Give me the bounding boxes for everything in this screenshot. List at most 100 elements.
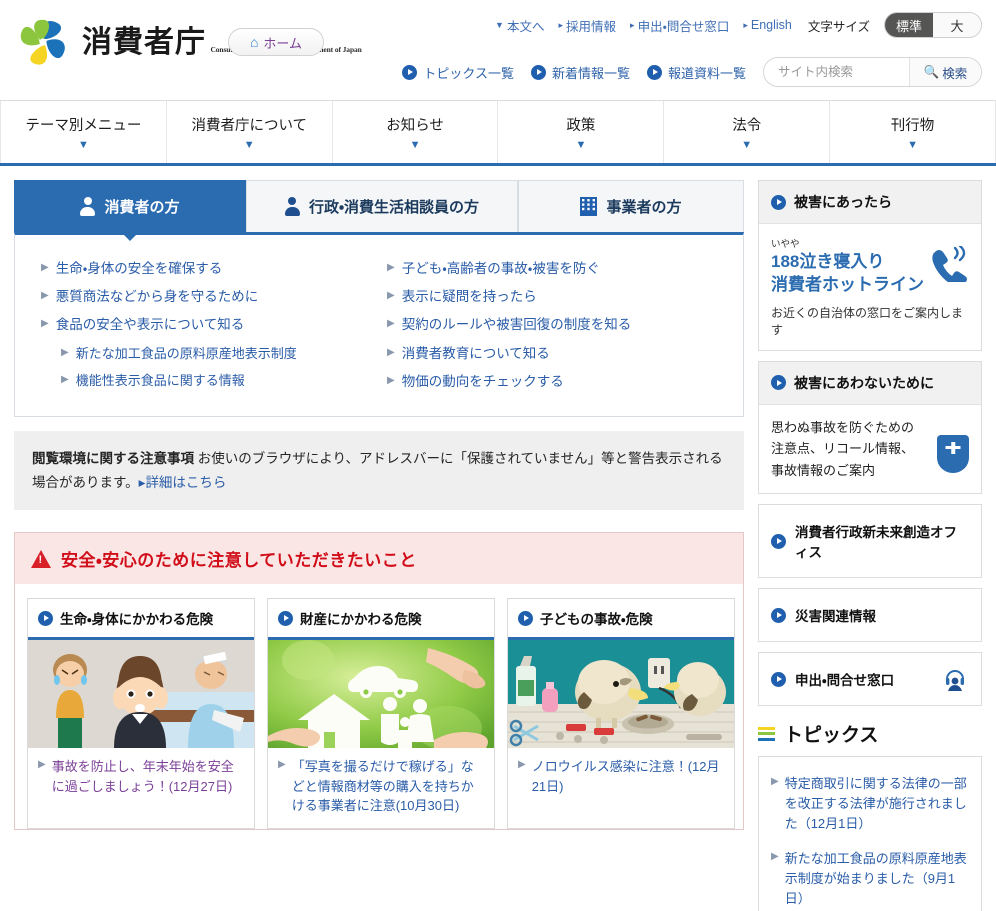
font-size-label: 文字サイズ bbox=[807, 19, 870, 34]
page-body: 消費者の方 行政・消費生活相談員の方 事業者の方 ▶ 生命・身体の安全を確保する… bbox=[0, 166, 996, 911]
tab-link-label: 契約のルールや被害回復の制度を知る bbox=[401, 317, 632, 333]
prevent-box-text: 思わぬ事故を防ぐための注意点、リコール情報、事故情報のご案内 bbox=[771, 419, 915, 478]
nav-item-laws[interactable]: 法令 ▼ bbox=[664, 101, 831, 163]
tab-link[interactable]: ▶ 悪質商法などから身を守るために bbox=[33, 283, 379, 311]
nav-item-policy[interactable]: 政策 ▼ bbox=[498, 101, 665, 163]
triangle-bullet-icon: ▶ bbox=[387, 318, 395, 330]
photo-paper-cutout-house-car-family bbox=[268, 640, 494, 749]
sidebar-button-future-office[interactable]: 消費者行政新未来創造オフィス bbox=[758, 504, 982, 579]
triangle-bullet-icon: ▶ bbox=[518, 759, 526, 771]
nav-item-label: テーマ別メニュー bbox=[25, 117, 142, 134]
tab-consumer[interactable]: 消費者の方 bbox=[14, 180, 246, 241]
nav-item-label: お知らせ bbox=[386, 117, 444, 134]
operator-headset-icon bbox=[943, 667, 967, 692]
safety-title: 安全・安心のために注意していただきたいこと bbox=[61, 551, 417, 571]
font-size-standard-button[interactable]: 標準 bbox=[885, 13, 933, 37]
damage-box[interactable]: 被害にあったら いやや 188泣き寝入り 消費者ホットライン お近くの自治体の窓… bbox=[758, 180, 982, 351]
chevron-down-icon: ▼ bbox=[575, 138, 587, 151]
tab-link[interactable]: ▶ 食品の安全や表示について知る bbox=[33, 311, 379, 339]
topic-item[interactable]: ▶ 新たな加工食品の原料原産地表示制度が始まりました（9月1日） bbox=[771, 842, 969, 911]
chevron-down-icon: ▼ bbox=[409, 138, 421, 151]
tab-link-label: 新たな加工食品の原料原産地表示制度 bbox=[75, 345, 297, 361]
safety-card[interactable]: 財産にかかわる危険 ▶ 「写真を撮るだけで稼げる」などと情報商材等の購入を持ちか… bbox=[267, 598, 495, 829]
util-link-honbun[interactable]: ▼ 本文へ bbox=[495, 16, 544, 35]
tab-link[interactable]: ▶ 生命・身体の安全を確保する bbox=[33, 255, 379, 283]
tab-link-label: 悪質商法などから身を守るために bbox=[55, 289, 259, 305]
card-caption-link[interactable]: ▶ 「写真を撮るだけで稼げる」などと情報商材等の購入を持ちかける事業者に注意(1… bbox=[268, 748, 494, 828]
card-header: 子どもの事故・危険 bbox=[508, 599, 734, 641]
play-circle-icon bbox=[646, 64, 662, 80]
safety-card[interactable]: 生命・身体にかかわる危険 ▶ 事故を防止し、年末年始を安全に過ごしましょう！(1… bbox=[27, 598, 255, 829]
nav-item-publications[interactable]: 刊行物 ▼ bbox=[830, 101, 996, 163]
card-caption-link[interactable]: ▶ 事故を防止し、年末年始を安全に過ごしましょう！(12月27日) bbox=[28, 748, 254, 808]
quick-links: トピックス一覧 新着情報一覧 報道資料一覧 🔍 検索 bbox=[402, 57, 982, 87]
card-caption-label: 「写真を撮るだけで稼げる」などと情報商材等の購入を持ちかける事業者に注意(10月… bbox=[291, 759, 474, 814]
sidebar-button-label: 災害関連情報 bbox=[795, 609, 876, 625]
font-size-toggle[interactable]: 標準 大 bbox=[884, 12, 982, 38]
global-navigation: テーマ別メニュー ▼ 消費者庁について ▼ お知らせ ▼ 政策 ▼ 法令 ▼ 刊… bbox=[0, 100, 996, 166]
tab-link[interactable]: ▶ 契約のルールや被害回復の制度を知る bbox=[379, 311, 725, 339]
browser-notice: 閲覧環境に関する注意事項 お使いのブラウザにより、アドレスバーに「保護されていま… bbox=[14, 431, 744, 511]
triangle-bullet-icon: ▶ bbox=[41, 262, 49, 273]
site-search[interactable]: 🔍 検索 bbox=[763, 57, 982, 87]
tab-links-right: ▶ 子ども・高齢者の事故・被害を防ぐ ▶ 表示に疑問を持ったら ▶ 契約のルール… bbox=[379, 255, 725, 396]
topic-item[interactable]: ▶ 特定商取引に関する法律の一部を改正する法律が施行されました（12月1日） bbox=[771, 767, 969, 841]
font-size-large-button[interactable]: 大 bbox=[933, 13, 981, 37]
tab-sublink[interactable]: ▶ 機能性表示食品に関する情報 bbox=[33, 367, 379, 395]
util-link-label: English bbox=[750, 18, 792, 32]
caret-right-icon: ▸ bbox=[558, 19, 564, 30]
triangle-bullet-icon: ▶ bbox=[61, 346, 69, 358]
util-link-recruit[interactable]: ▸ 採用情報 bbox=[558, 16, 616, 35]
triangle-bullet-icon: ▶ bbox=[771, 776, 779, 788]
topics-title: トピックス bbox=[784, 725, 879, 747]
nav-item-theme-menu[interactable]: テーマ別メニュー ▼ bbox=[0, 101, 167, 163]
card-header-label: 子どもの事故・危険 bbox=[540, 612, 653, 628]
search-input[interactable] bbox=[764, 58, 909, 86]
card-caption-link[interactable]: ▶ ノロウイルス感染に注意！(12月21日) bbox=[508, 748, 734, 808]
nav-item-about[interactable]: 消費者庁について ▼ bbox=[167, 101, 333, 163]
search-button[interactable]: 🔍 検索 bbox=[909, 58, 981, 86]
search-icon: 🔍 bbox=[923, 64, 940, 79]
prevent-box[interactable]: 被害にあわないために 思わぬ事故を防ぐための注意点、リコール情報、事故情報のご案… bbox=[758, 360, 982, 495]
triangle-bullet-icon: ▶ bbox=[771, 850, 779, 862]
prevent-box-body: 思わぬ事故を防ぐための注意点、リコール情報、事故情報のご案内 bbox=[759, 405, 981, 493]
quick-link-topics[interactable]: トピックス一覧 bbox=[402, 63, 514, 82]
tab-link[interactable]: ▶ 表示に疑問を持ったら bbox=[379, 283, 725, 311]
quick-link-news[interactable]: 新着情報一覧 bbox=[530, 63, 630, 82]
person-icon bbox=[80, 197, 96, 216]
tab-administration[interactable]: 行政・消費生活相談員の方 bbox=[246, 180, 518, 232]
card-header: 財産にかかわる危険 bbox=[268, 599, 494, 641]
sidebar-button-label: 消費者行政新未来創造オフィス bbox=[795, 525, 957, 561]
quick-link-label: 新着情報一覧 bbox=[551, 65, 630, 81]
card-header-label: 財産にかかわる危険 bbox=[300, 612, 422, 628]
sidebar-button-disaster-info[interactable]: 災害関連情報 bbox=[758, 588, 982, 643]
tab-link[interactable]: ▶ 消費者教育について知る bbox=[379, 340, 725, 368]
safety-card[interactable]: 子どもの事故・危険 ▶ ノロウイルス感染に注意！(12月21日) bbox=[507, 598, 735, 829]
triangle-bullet-icon: ▶ bbox=[41, 318, 49, 330]
topics-header: トピックス bbox=[758, 720, 982, 747]
util-link-inquiry[interactable]: ▸ 申出・問合せ窓口 bbox=[630, 16, 729, 35]
tab-link-label: 消費者教育について知る bbox=[401, 345, 550, 361]
tab-link-label: 食品の安全や表示について知る bbox=[55, 317, 245, 333]
card-header: 生命・身体にかかわる危険 bbox=[28, 599, 254, 641]
util-link-english[interactable]: ▸ English bbox=[743, 18, 792, 32]
home-button[interactable]: ⌂ ホーム bbox=[228, 28, 324, 56]
quick-link-press[interactable]: 報道資料一覧 bbox=[646, 63, 746, 82]
sidebar-button-inquiry[interactable]: 申出・問合せ窓口 bbox=[758, 652, 982, 707]
nav-item-notices[interactable]: お知らせ ▼ bbox=[333, 101, 499, 163]
home-button-label: ホーム bbox=[263, 35, 303, 51]
tab-business[interactable]: 事業者の方 bbox=[518, 180, 744, 232]
tab-links-left: ▶ 生命・身体の安全を確保する ▶ 悪質商法などから身を守るために ▶ 食品の安… bbox=[33, 255, 379, 396]
tab-link[interactable]: ▶ 物価の動向をチェックする bbox=[379, 368, 725, 396]
warning-triangle-icon bbox=[31, 549, 51, 568]
topic-item-label: 特定商取引に関する法律の一部を改正する法律が施行されました（12月1日） bbox=[784, 776, 967, 832]
notice-detail-link[interactable]: ▸詳細はこちら bbox=[139, 475, 227, 490]
tab-sublink[interactable]: ▶ 新たな加工食品の原料原産地表示制度 bbox=[33, 340, 379, 368]
card-header-label: 生命・身体にかかわる危険 bbox=[60, 612, 214, 628]
tab-link[interactable]: ▶ 子ども・高齢者の事故・被害を防ぐ bbox=[379, 255, 725, 283]
quick-link-label: 報道資料一覧 bbox=[667, 65, 746, 81]
stripes-icon bbox=[758, 726, 775, 741]
shield-icon bbox=[937, 434, 969, 473]
damage-box-title: 被害にあったら bbox=[794, 194, 892, 210]
prevent-box-title: 被害にあわないために bbox=[794, 374, 934, 391]
